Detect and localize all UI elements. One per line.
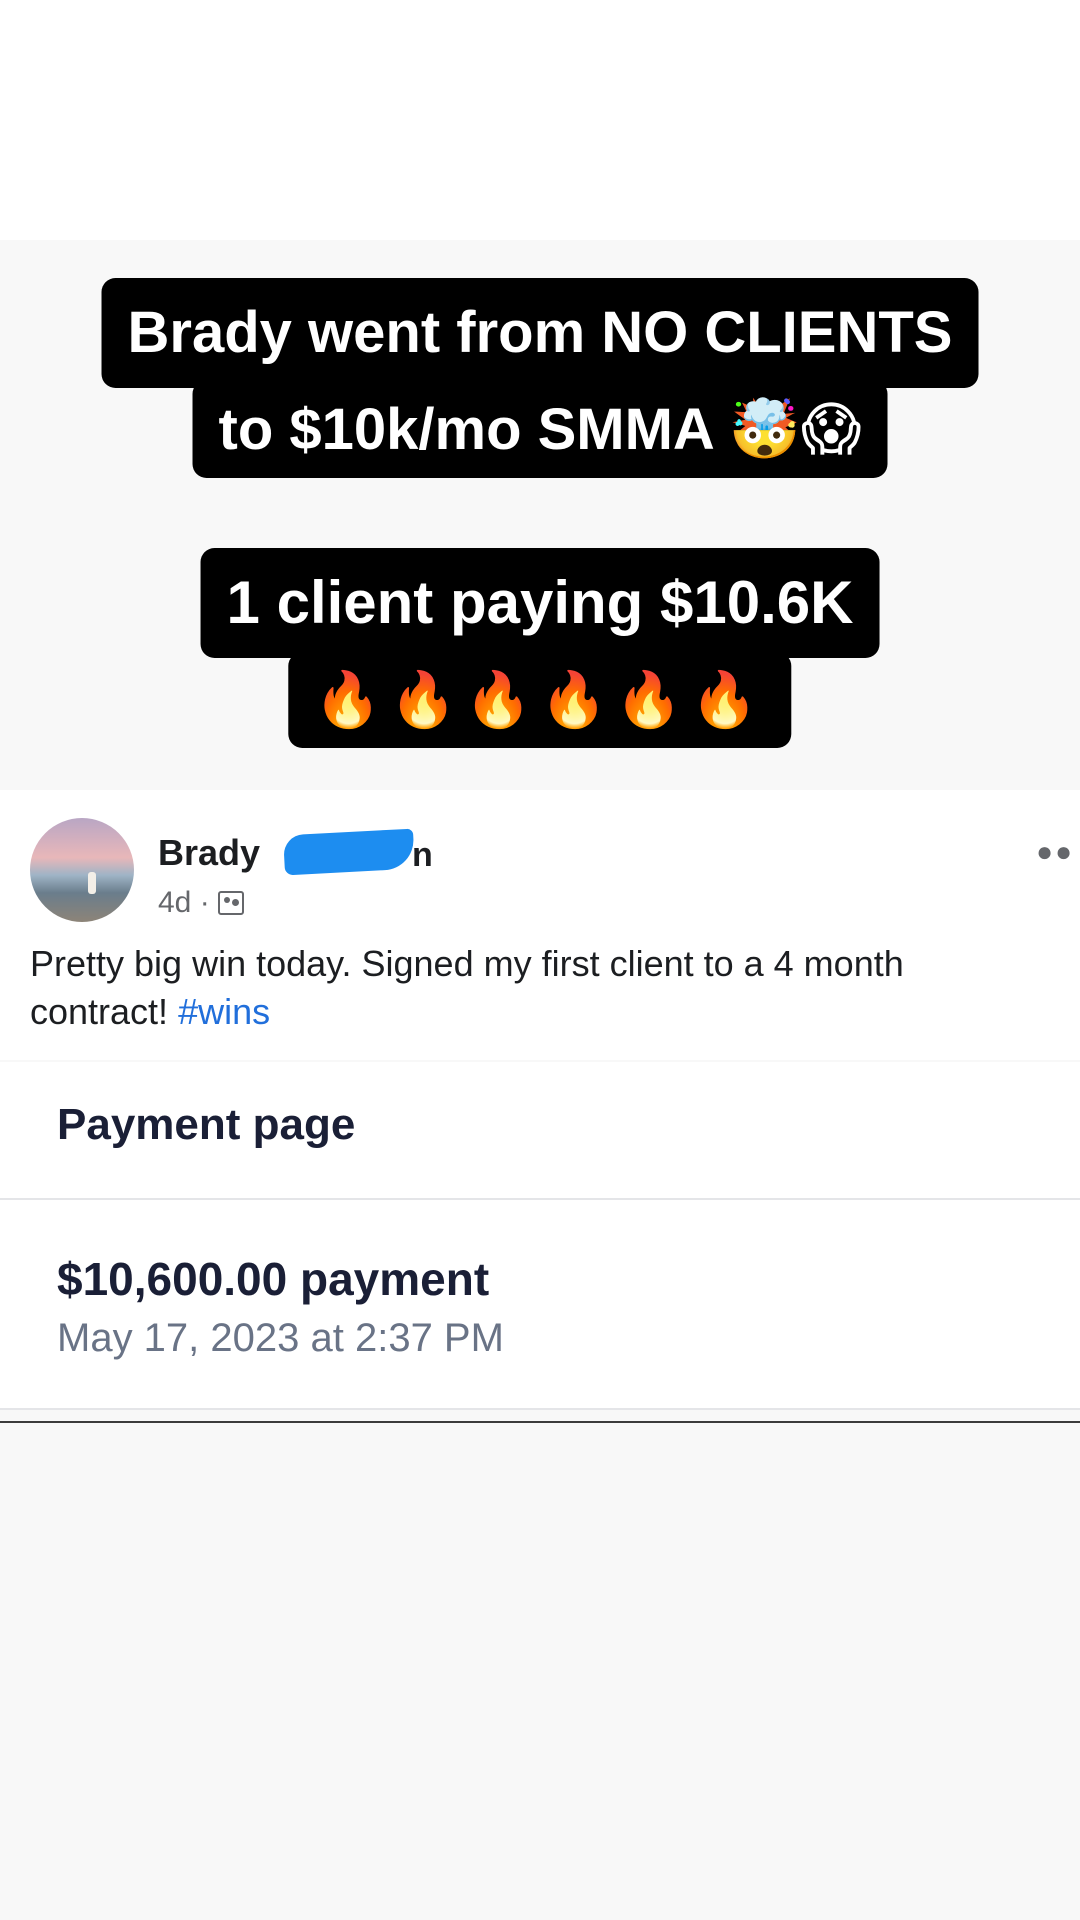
headline-text-2: to $10k/mo SMMA	[218, 397, 713, 462]
name-redaction-scribble	[283, 828, 415, 876]
payment-row[interactable]: $10,600.00 payment May 17, 2023 at 2:37 …	[0, 1200, 1080, 1410]
fire-emoji-row: 🔥🔥🔥🔥🔥🔥	[288, 652, 792, 748]
avatar-person-figure	[88, 872, 96, 894]
shocked-emoji-icons: 🤯😱	[728, 395, 862, 463]
post-time[interactable]: 4d	[158, 886, 191, 919]
author-avatar[interactable]	[30, 818, 134, 922]
post-meta: 4d ·	[158, 886, 245, 920]
payment-date: May 17, 2023 at 2:37 PM	[57, 1316, 504, 1360]
fire-icons: 🔥🔥🔥🔥🔥🔥	[314, 668, 766, 731]
group-audience-icon[interactable]	[218, 891, 245, 915]
post-card: Brady n 4d · ●● Pretty big win today. Si…	[0, 790, 1080, 1060]
subhead-text: 1 client paying $10.6K	[226, 569, 854, 636]
payment-amount: $10,600.00 payment	[57, 1253, 490, 1305]
payment-page-title: Payment page	[57, 1100, 356, 1149]
post-text: Pretty big win today. Signed my first cl…	[30, 943, 904, 1032]
headline-line-2: to $10k/mo SMMA 🤯😱	[192, 380, 888, 478]
headline-line-1: Brady went from NO CLIENTS	[101, 278, 979, 388]
divider-line	[0, 1421, 1080, 1423]
author-name-suffix: n	[412, 836, 433, 874]
top-background	[0, 0, 1080, 240]
hashtag-link[interactable]: #wins	[178, 991, 270, 1032]
meta-separator: ·	[199, 886, 210, 919]
author-name[interactable]: Brady	[158, 832, 260, 874]
more-options-icon[interactable]: ●●	[1036, 836, 1074, 868]
subhead-line-1: 1 client paying $10.6K	[200, 548, 880, 658]
post-body: Pretty big win today. Signed my first cl…	[30, 940, 1050, 1036]
headline-text-1: Brady went from NO CLIENTS	[127, 300, 953, 365]
payment-page-header: Payment page	[0, 1062, 1080, 1200]
